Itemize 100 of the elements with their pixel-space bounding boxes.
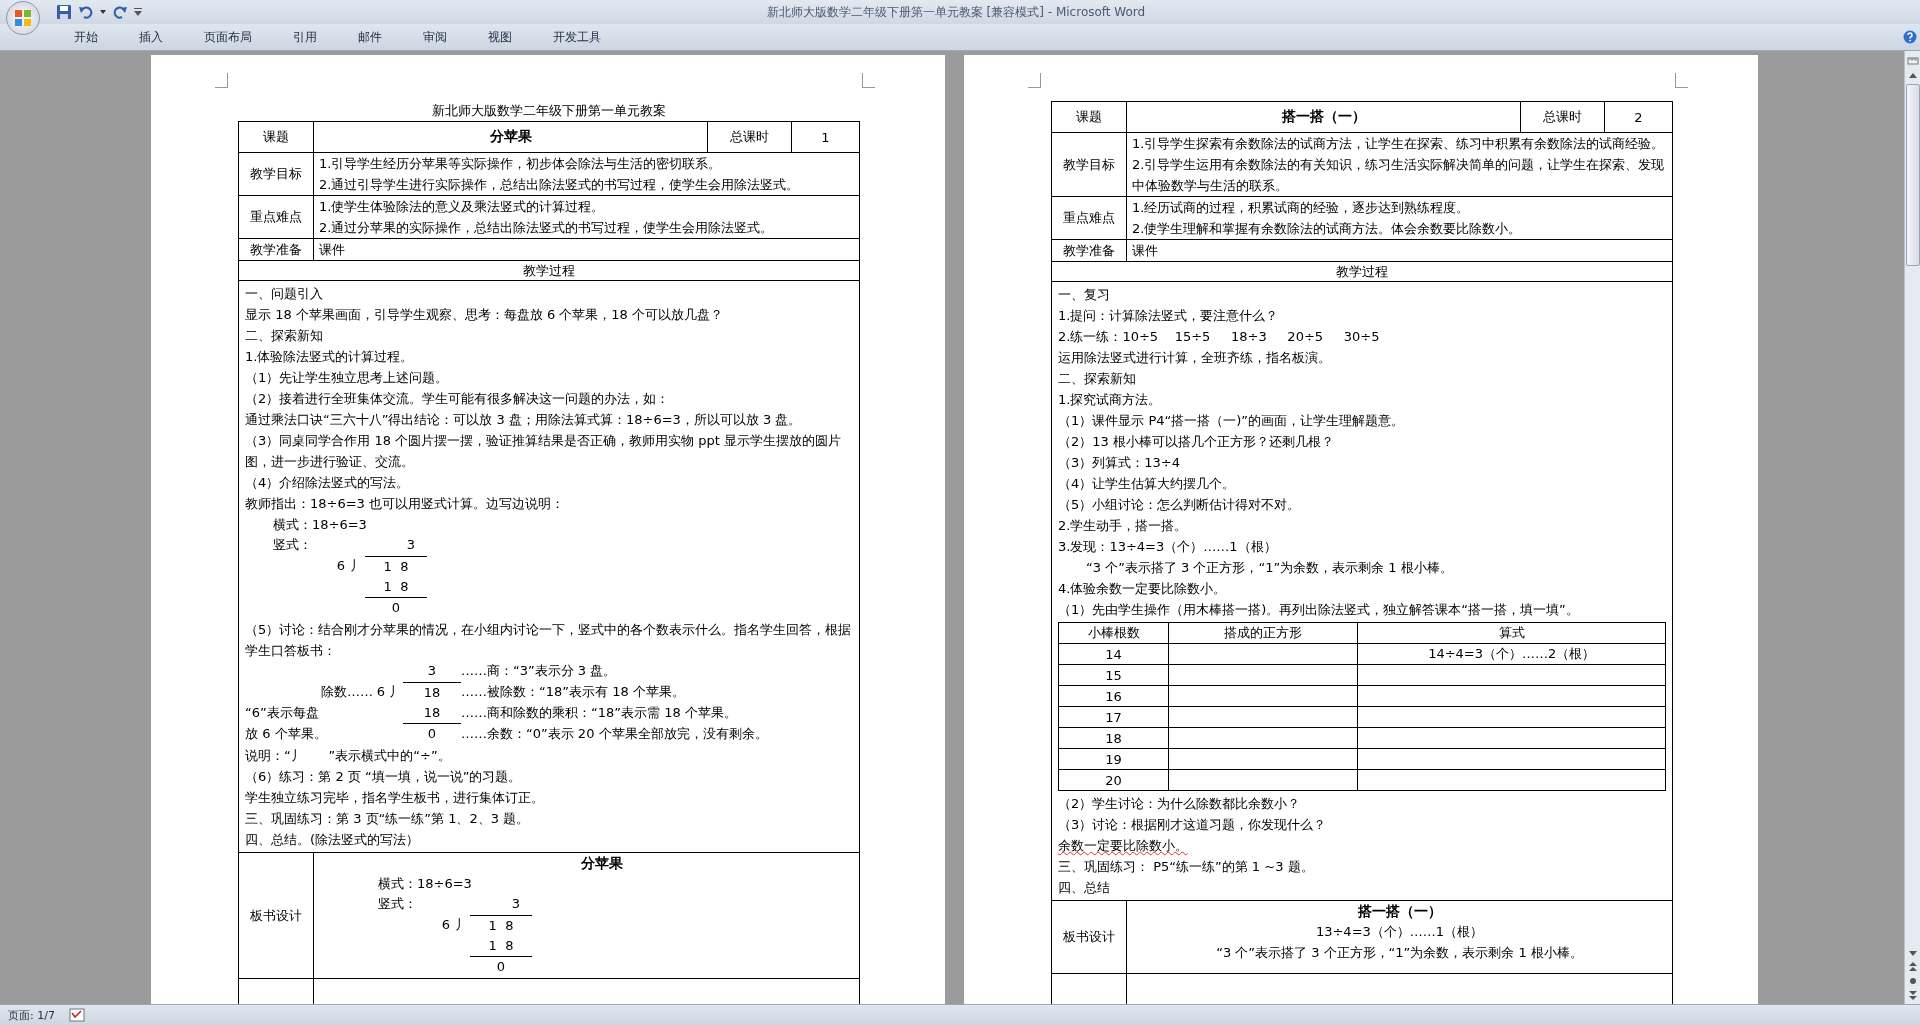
paragraph: 4.体验余数一定要比除数小。 <box>1058 580 1228 598</box>
table-cell: 14÷4=3（个）……2（根） <box>1428 646 1596 661</box>
row-label: 重点难点 <box>238 195 314 239</box>
dropdown-caret-icon[interactable] <box>100 10 106 14</box>
paragraph: 2.学生动手，搭一搭。 <box>1058 517 1189 535</box>
paragraph: （6）练习：第 2 页 “填一填，说一说”的习题。 <box>245 768 523 786</box>
table-cell: 课件 <box>313 238 860 261</box>
crop-mark <box>1675 73 1688 88</box>
ribbon-tab[interactable]: 插入 <box>125 28 177 46</box>
paragraph: 2.通过引导学生进行实际操作，总结出除法竖式的书写过程，使学生会用除法竖式。 <box>319 176 801 194</box>
next-page-icon[interactable] <box>1908 991 1917 1000</box>
section-header: 教学过程 <box>1051 261 1673 282</box>
column-header: 小棒根数 <box>1058 622 1169 644</box>
paragraph: 通过乘法口诀“三六十八”得出结论：可以放 3 盘；用除法算式算：18÷6=3，所以可以放 3 盘。 <box>245 411 803 429</box>
scroll-down-icon[interactable] <box>1908 951 1917 956</box>
paragraph: “3 个”表示搭了 3 个正方形，“1”为余数，表示剩余 1 根小棒。 <box>1085 559 1454 577</box>
save-icon[interactable] <box>56 4 72 20</box>
annotation: ……余数：“0”表示 20 个苹果全部放完，没有剩余。 <box>461 725 769 743</box>
division-bracket: 丿 <box>348 557 364 575</box>
paragraph: 横式：18÷6=3 <box>377 875 473 893</box>
ribbon-tab[interactable]: 开始 <box>60 28 112 46</box>
paragraph: 四、总结。(除法竖式的写法） <box>245 831 421 849</box>
office-button[interactable] <box>6 1 40 35</box>
paragraph: 运用除法竖式进行计算，全班齐练，指名板演。 <box>1058 349 1332 367</box>
paragraph: 三、巩固练习： P5“练一练”的第 1 ~3 题。 <box>1058 858 1315 876</box>
paragraph: 1.提问：计算除法竖式，要注意什么？ <box>1058 307 1280 325</box>
annotation: ……商：“3”表示分 3 盘。 <box>461 662 618 680</box>
page-indicator[interactable]: 页面: 1/7 <box>8 1007 55 1023</box>
crop-mark <box>215 73 228 88</box>
annotation: ……商和除数的乘积：“18”表示需 18 个苹果。 <box>461 704 738 722</box>
paragraph: 四、总结 <box>1058 879 1111 897</box>
annotation: 除数…… <box>320 683 373 701</box>
logo-icon <box>13 8 33 28</box>
product: 1 8 <box>470 936 532 957</box>
select-browse-object-icon[interactable] <box>1908 977 1917 985</box>
ruler-icon[interactable] <box>1906 55 1919 67</box>
paragraph: 显示 18 个苹果画面，引导学生观察、思考：每盘放 6 个苹果，18 个可以放几盘？ <box>245 306 725 324</box>
divisor: 6 <box>440 916 451 934</box>
row-label: 教学目标 <box>238 152 314 196</box>
divisor: 6 <box>335 557 346 575</box>
previous-page-icon[interactable] <box>1908 962 1917 971</box>
crop-mark <box>1028 73 1041 88</box>
lesson-title: 搭一搭（一） <box>1126 101 1521 133</box>
paragraph: 说明：“丿 ”表示横式中的“÷”。 <box>245 747 452 765</box>
row-label: 课题 <box>238 121 314 153</box>
annotation: “6”表示每盘 <box>245 704 320 722</box>
paragraph: 一、问题引入 <box>245 285 324 303</box>
proofing-icon[interactable] <box>68 1008 85 1022</box>
product: 18 <box>403 703 461 724</box>
column-header: 搭成的正方形 <box>1168 622 1358 644</box>
ribbon-tab[interactable]: 开发工具 <box>539 28 615 46</box>
table-cell: 1 <box>791 121 860 153</box>
ribbon-tab[interactable]: 引用 <box>279 28 331 46</box>
table-cell: 18 <box>1058 727 1169 749</box>
product: 1 8 <box>365 577 427 598</box>
division-bracket: 丿 <box>387 683 403 701</box>
ribbon-tab[interactable]: 审阅 <box>409 28 461 46</box>
paragraph: 教师指出：18÷6=3 也可以用竖式计算。边写边说明： <box>245 495 565 513</box>
paragraph: 横式：18÷6=3 <box>272 516 368 534</box>
paragraph: （4）让学生估算大约摆几个。 <box>1058 475 1237 493</box>
vertical-scrollbar[interactable] <box>1904 51 1920 1004</box>
annotation: 放 6 个苹果。 <box>245 725 328 743</box>
paragraph: （1）先由学生操作（用木棒搭一搭)。再列出除法竖式，独立解答课本“搭一搭，填一填”。 <box>1058 601 1580 619</box>
ribbon-tab[interactable]: 视图 <box>474 28 526 46</box>
scroll-up-icon[interactable] <box>1908 73 1917 78</box>
board-title: 搭一搭（一） <box>1356 902 1443 921</box>
help-icon[interactable] <box>1903 30 1917 44</box>
ribbon-tab[interactable]: 邮件 <box>344 28 396 46</box>
row-label: 课题 <box>1051 101 1127 133</box>
crop-mark <box>862 73 875 88</box>
row-label: 教学准备 <box>1051 239 1127 262</box>
undo-icon[interactable] <box>78 4 94 20</box>
paragraph: 1.使学生体验除法的意义及乘法竖式的计算过程。 <box>319 198 606 216</box>
paragraph: （3）列算式：13÷4 <box>1058 454 1181 472</box>
dividend: 1 8 <box>470 915 532 936</box>
redo-icon[interactable] <box>112 4 128 20</box>
window-title: 新北师大版数学二年级下册第一单元教案 [兼容模式] - Microsoft Word <box>765 3 1147 21</box>
paragraph: 1.经历试商的过程，积累试商的经验，逐步达到熟练程度。 <box>1132 199 1471 217</box>
customize-caret-icon[interactable] <box>134 8 142 16</box>
row-label: 板书设计 <box>1051 900 1127 974</box>
paragraph: 2.通过分苹果的实际操作，总结出除法竖式的书写过程，使学生会用除法竖式。 <box>319 219 775 237</box>
board-title: 分苹果 <box>580 854 624 873</box>
paragraph: （2）学生讨论：为什么除数都比余数小？ <box>1058 795 1302 813</box>
quotient: 3 <box>405 536 416 554</box>
remainder: 0 <box>390 599 402 617</box>
table-cell: 课件 <box>1126 239 1673 262</box>
scroll-thumb[interactable] <box>1905 84 1920 266</box>
row-label: 板书设计 <box>238 852 314 979</box>
table-cell: 15 <box>1058 664 1169 686</box>
paragraph: 1.引导学生探索有余数除法的试商方法，让学生在探索、练习中积累有余数除法的试商经验。 <box>1132 135 1666 153</box>
row-label: 总课时 <box>1520 101 1605 133</box>
paragraph: 一、复习 <box>1058 286 1111 304</box>
dividend: 18 <box>403 682 461 703</box>
paragraph: 二、探索新知 <box>1058 370 1137 388</box>
paragraph: （5）讨论：结合刚才分苹果的情况，在小组内讨论一下，竖式中的各个数表示什么。指名学生回答，根据学生口答板书： <box>245 621 853 660</box>
paragraph: （5）小组讨论：怎么判断估计得对不对。 <box>1058 496 1302 514</box>
ribbon-tab[interactable]: 页面布局 <box>190 28 266 46</box>
division-bracket: 丿 <box>453 916 469 934</box>
column-header: 算式 <box>1357 622 1666 644</box>
divisor: 6 <box>375 683 386 701</box>
